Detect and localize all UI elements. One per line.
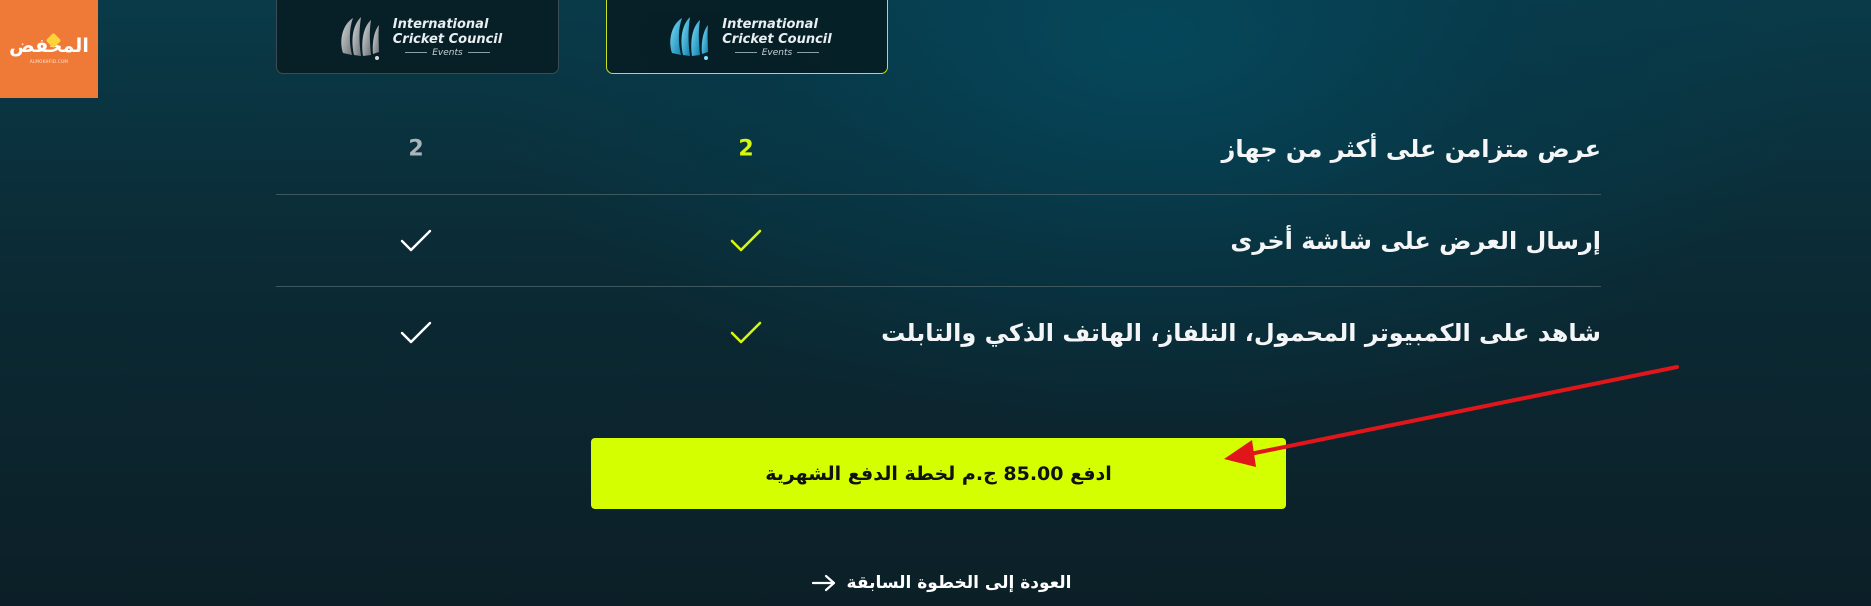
icc-logo: International Cricket Council Events <box>662 11 832 63</box>
premium-value <box>729 320 763 346</box>
arrow-right-icon <box>811 574 835 592</box>
plan-card-premium[interactable]: International Cricket Council Events <box>606 0 888 74</box>
premium-value: 2 <box>738 136 753 161</box>
basic-value <box>399 320 433 346</box>
icc-events-text: Events <box>432 47 463 58</box>
icc-events-label: Events <box>734 47 820 58</box>
icc-logo: International Cricket Council Events <box>333 11 502 63</box>
plan-card-basic[interactable]: International Cricket Council Events <box>276 0 559 74</box>
premium-value <box>729 228 763 254</box>
site-logo-subtext: ALMOKHFID.COM <box>29 58 69 64</box>
pay-monthly-button[interactable]: ادفع 85.00 ج.م لخطة الدفع الشهرية <box>591 438 1286 509</box>
feature-row-devices: شاهد على الكمبيوتر المحمول، التلفاز، اله… <box>276 287 1601 378</box>
basic-value: 2 <box>408 136 423 161</box>
feature-label: إرسال العرض على شاشة أخرى <box>1230 226 1601 255</box>
premium-device-count: 2 <box>738 136 754 161</box>
icc-name-line1: International <box>392 16 489 32</box>
back-link-label: العودة إلى الخطوة السابقة <box>846 573 1072 593</box>
basic-device-count: 2 <box>408 136 424 161</box>
icc-emblem-icon <box>670 17 709 60</box>
check-icon <box>730 229 762 251</box>
icc-name-line1: International <box>722 16 818 32</box>
icc-events-label: Events <box>405 47 490 58</box>
check-icon <box>730 321 762 343</box>
icc-emblem-icon <box>341 17 379 60</box>
site-logo[interactable]: المخفض ALMOKHFID.COM <box>0 0 98 98</box>
icc-name-line2: Cricket Council <box>722 31 832 47</box>
icc-name-line2: Cricket Council <box>392 31 503 47</box>
basic-value <box>399 228 433 254</box>
back-to-previous-step-link[interactable]: العودة إلى الخطوة السابقة <box>806 570 1076 596</box>
feature-label: عرض متزامن على أكثر من جهاز <box>1221 134 1601 163</box>
feature-row-simultaneous: عرض متزامن على أكثر من جهاز 2 2 <box>276 103 1601 195</box>
check-icon <box>400 229 432 251</box>
icc-events-text: Events <box>761 47 793 58</box>
feature-label: شاهد على الكمبيوتر المحمول، التلفاز، اله… <box>881 318 1601 347</box>
check-icon <box>400 321 432 343</box>
feature-row-cast: إرسال العرض على شاشة أخرى <box>276 195 1601 287</box>
